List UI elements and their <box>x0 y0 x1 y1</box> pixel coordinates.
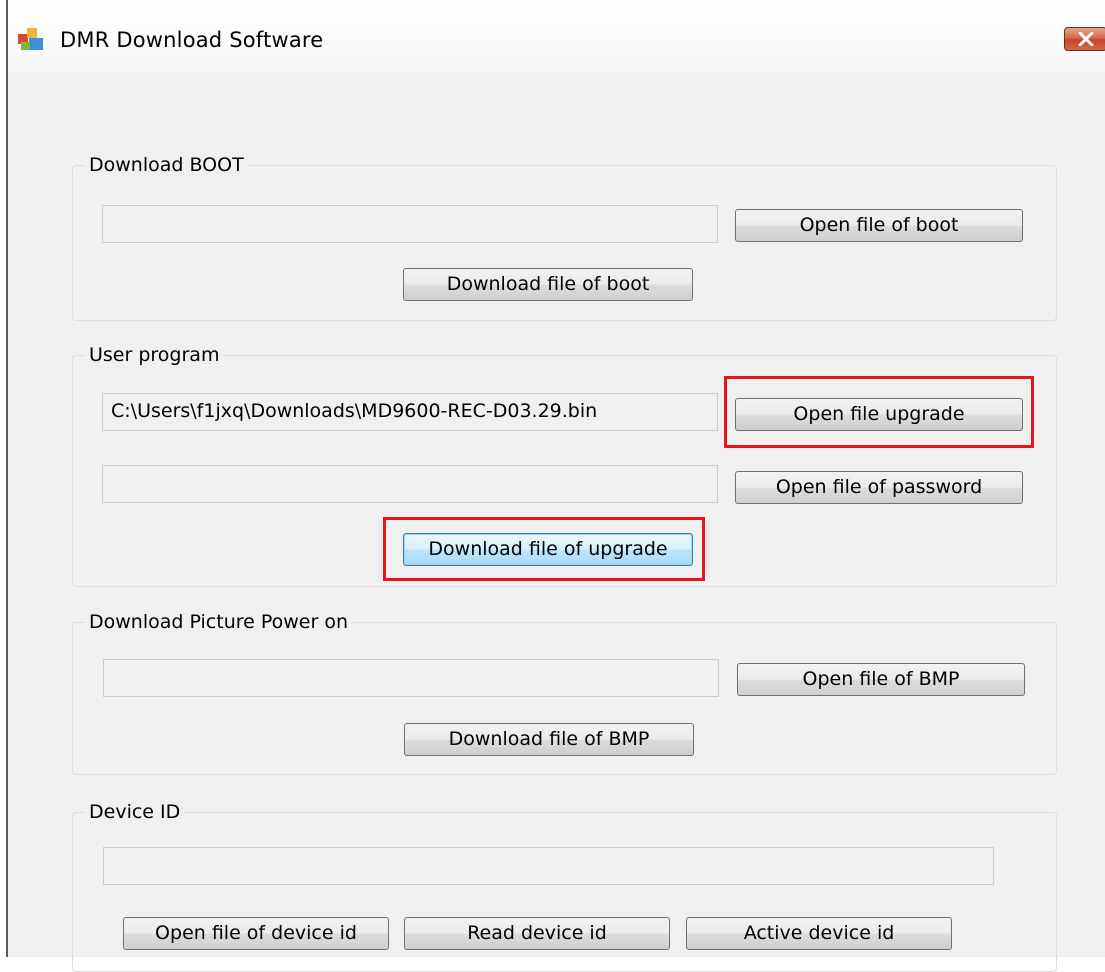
window-title: DMR Download Software <box>60 28 324 52</box>
title-bar: DMR Download Software <box>8 0 1105 72</box>
download-boot-button[interactable]: Download file of boot <box>403 268 693 301</box>
upgrade-file-field[interactable]: C:\Users\f1jxq\Downloads\MD9600-REC-D03.… <box>102 393 718 431</box>
password-file-field[interactable] <box>102 465 718 503</box>
group-label-boot: Download BOOT <box>85 154 248 176</box>
open-boot-button[interactable]: Open file of boot <box>735 209 1023 242</box>
open-device-id-button[interactable]: Open file of device id <box>123 917 389 950</box>
open-bmp-button[interactable]: Open file of BMP <box>737 663 1025 696</box>
close-button[interactable] <box>1064 27 1105 51</box>
active-device-id-button[interactable]: Active device id <box>686 917 952 950</box>
open-password-button[interactable]: Open file of password <box>735 471 1023 504</box>
bmp-file-field[interactable] <box>103 659 719 697</box>
open-upgrade-highlight <box>724 376 1034 448</box>
group-label-device-id: Device ID <box>85 801 185 823</box>
download-bmp-button[interactable]: Download file of BMP <box>404 723 694 756</box>
read-device-id-button[interactable]: Read device id <box>404 917 670 950</box>
download-upgrade-highlight <box>383 517 705 581</box>
close-icon <box>1078 32 1094 46</box>
main-window: DMR Download Software Download BOOT Open… <box>6 0 1105 972</box>
group-label-picture: Download Picture Power on <box>85 611 353 633</box>
app-icon <box>17 26 45 52</box>
boot-file-field[interactable] <box>102 205 718 243</box>
device-id-field[interactable] <box>103 847 994 885</box>
group-label-user-program: User program <box>85 344 224 366</box>
